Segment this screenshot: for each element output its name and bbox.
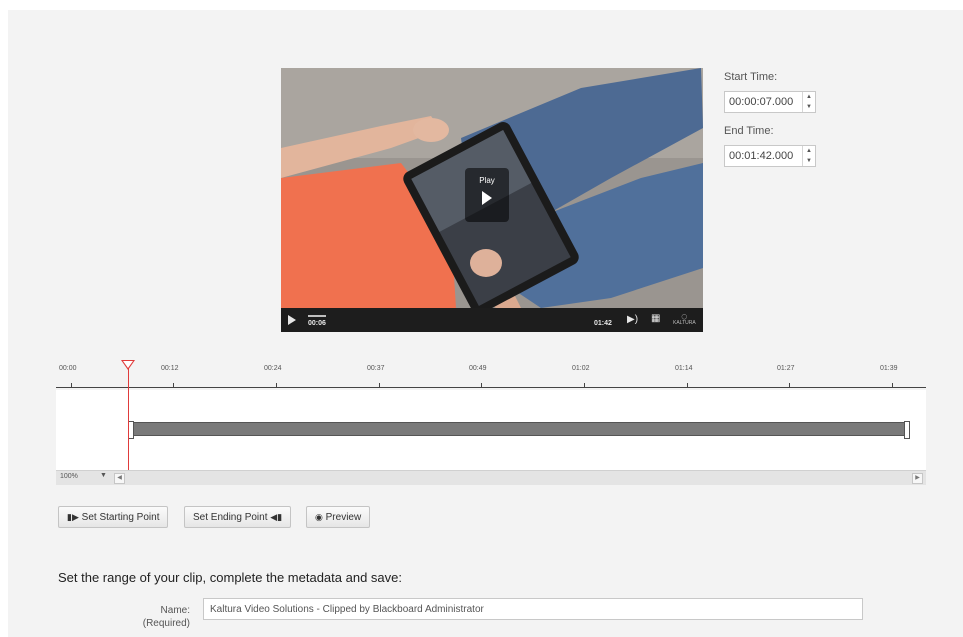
tick-label: 00:37 <box>367 365 385 372</box>
timeline-track[interactable] <box>56 390 926 470</box>
spin-down-icon[interactable]: ▼ <box>803 102 815 112</box>
ruler-line <box>56 387 926 388</box>
end-time-label: End Time: <box>724 125 774 137</box>
video-control-bar: 00:06 01:42 ▶) ▦ ◯ KALTURA <box>281 308 703 332</box>
preview-button[interactable]: ◉ Preview <box>306 506 371 528</box>
end-time-spinner[interactable]: ▲ ▼ <box>802 146 815 166</box>
zoom-select[interactable]: 100% <box>60 473 78 480</box>
play-overlay-button[interactable]: Play <box>465 168 509 222</box>
video-progress-bar[interactable] <box>308 315 326 317</box>
clip-end-handle[interactable] <box>904 421 910 439</box>
tick-label: 00:49 <box>469 365 487 372</box>
name-input[interactable] <box>203 598 863 620</box>
set-ending-point-label: Set Ending Point <box>193 512 268 523</box>
start-time-field[interactable]: ▲ ▼ <box>724 91 816 113</box>
fullscreen-icon[interactable]: ▦ <box>651 313 660 324</box>
play-icon[interactable] <box>288 315 296 325</box>
end-time-input[interactable] <box>725 146 805 166</box>
tick-label: 01:27 <box>777 365 795 372</box>
required-note: (Required) <box>142 618 190 629</box>
timeline-ruler: 00:00 00:12 00:24 00:37 00:49 01:02 01:1… <box>56 356 926 390</box>
play-icon <box>482 191 492 205</box>
set-starting-point-button[interactable]: ▮▶ Set Starting Point <box>58 506 169 528</box>
instructions-text: Set the range of your clip, complete the… <box>58 570 402 585</box>
name-field-label: Name: (Required) <box>140 604 190 630</box>
tick-label: 00:12 <box>161 365 179 372</box>
video-player[interactable]: Play 00:06 01:42 ▶) ▦ ◯ KALTURA <box>281 68 703 332</box>
tick-label: 00:24 <box>264 365 282 372</box>
end-time-field[interactable]: ▲ ▼ <box>724 145 816 167</box>
set-ending-point-button[interactable]: Set Ending Point ◀▮ <box>184 506 292 528</box>
spin-up-icon[interactable]: ▲ <box>803 92 815 102</box>
tick-label: 01:14 <box>675 365 693 372</box>
playhead-line <box>128 368 129 478</box>
timeline-scrollbar[interactable]: 100% ▼ ◀ ▶ <box>56 470 926 485</box>
playhead-marker[interactable] <box>121 360 135 370</box>
start-time-spinner[interactable]: ▲ ▼ <box>802 92 815 112</box>
spin-up-icon[interactable]: ▲ <box>803 146 815 156</box>
tick-label: 01:02 <box>572 365 590 372</box>
start-time-input[interactable] <box>725 92 805 112</box>
current-time: 00:06 <box>308 320 326 327</box>
spin-down-icon[interactable]: ▼ <box>803 156 815 166</box>
tick-label: 01:39 <box>880 365 898 372</box>
clip-range-bar[interactable] <box>128 421 910 439</box>
set-starting-point-label: Set Starting Point <box>81 512 160 523</box>
scroll-left-icon[interactable]: ◀ <box>114 473 125 484</box>
duration: 01:42 <box>594 320 612 327</box>
zoom-dropdown-icon[interactable]: ▼ <box>100 472 107 479</box>
tick-label: 00:00 <box>59 365 77 372</box>
volume-icon[interactable]: ▶) <box>627 314 638 325</box>
start-time-label: Start Time: <box>724 71 778 83</box>
timeline[interactable]: 00:00 00:12 00:24 00:37 00:49 01:02 01:1… <box>56 356 926 490</box>
scroll-right-icon[interactable]: ▶ <box>912 473 923 484</box>
name-label: Name: <box>160 605 190 616</box>
kaltura-logo[interactable]: ◯ KALTURA <box>673 314 696 326</box>
play-overlay-label: Play <box>479 176 495 185</box>
set-start-icon: ▮▶ <box>67 512 79 522</box>
set-end-icon: ◀▮ <box>270 512 283 522</box>
preview-label: Preview <box>325 512 362 523</box>
preview-icon: ◉ <box>315 512 323 522</box>
